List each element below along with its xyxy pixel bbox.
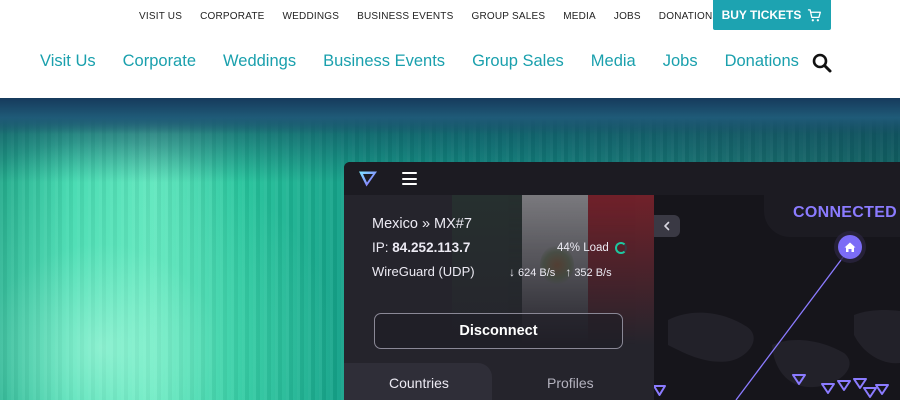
server-marker-icon	[654, 374, 889, 398]
upload-arrow-icon: ↑	[565, 265, 572, 279]
connection-status: CONNECTED	[793, 204, 898, 221]
cart-icon	[808, 8, 822, 21]
download-arrow-icon: ↓	[509, 265, 515, 279]
main-nav-business-events[interactable]: Business Events	[323, 52, 445, 71]
search-icon[interactable]	[811, 52, 833, 74]
top-nav-business-events[interactable]: BUSINESS EVENTS	[357, 11, 453, 22]
ip-value: 84.252.113.7	[392, 240, 471, 255]
hamburger-menu-icon[interactable]	[402, 172, 417, 185]
chevron-left-icon	[664, 221, 670, 231]
buy-tickets-button[interactable]: BUY TICKETS	[713, 0, 831, 30]
home-marker[interactable]	[833, 230, 867, 264]
top-nav-donations[interactable]: DONATIONS	[659, 11, 720, 22]
main-nav-links: Visit Us Corporate Weddings Business Eve…	[40, 52, 799, 71]
list-tabs: Countries Profiles	[344, 363, 654, 400]
download-value: 624 B/s	[518, 267, 556, 279]
tab-profiles[interactable]: Profiles	[492, 363, 654, 400]
transfer-speeds: ↓ 624 B/s ↑ 352 B/s	[509, 265, 612, 279]
top-nav-media[interactable]: MEDIA	[563, 11, 596, 22]
main-nav: Visit Us Corporate Weddings Business Eve…	[0, 40, 900, 98]
upload-speed: ↑ 352 B/s	[565, 265, 611, 279]
ip-label: IP:	[372, 240, 389, 255]
top-nav-weddings[interactable]: WEDDINGS	[283, 11, 340, 22]
main-nav-weddings[interactable]: Weddings	[223, 52, 296, 71]
ip-address: IP: 84.252.113.7	[372, 240, 470, 255]
tab-countries-label: Countries	[389, 375, 449, 391]
main-nav-corporate[interactable]: Corporate	[123, 52, 196, 71]
vpn-titlebar	[344, 162, 900, 195]
server-name: Mexico » MX#7	[372, 216, 472, 232]
server-load: 44% Load	[557, 242, 627, 254]
top-nav-visit-us[interactable]: VISIT US	[139, 11, 182, 22]
collapse-panel-button[interactable]	[654, 215, 680, 237]
main-nav-group-sales[interactable]: Group Sales	[472, 52, 564, 71]
top-nav: VISIT US CORPORATE WEDDINGS BUSINESS EVE…	[139, 11, 719, 22]
buy-tickets-label: BUY TICKETS	[721, 8, 802, 22]
load-label: 44% Load	[557, 242, 609, 254]
protocol-label: WireGuard (UDP)	[372, 264, 475, 279]
vpn-app-window: Mexico » MX#7 IP: 84.252.113.7 44% Load …	[344, 162, 900, 400]
tab-countries[interactable]: Countries	[344, 363, 492, 400]
main-nav-jobs[interactable]: Jobs	[663, 52, 698, 71]
load-ring-icon	[614, 242, 627, 254]
main-nav-visit-us[interactable]: Visit Us	[40, 52, 96, 71]
map-panel: CONNECTED	[654, 195, 900, 400]
main-nav-media[interactable]: Media	[591, 52, 636, 71]
main-nav-donations[interactable]: Donations	[725, 52, 799, 71]
top-nav-corporate[interactable]: CORPORATE	[200, 11, 264, 22]
download-speed: ↓ 624 B/s	[509, 265, 555, 279]
disconnect-button[interactable]: Disconnect	[374, 313, 623, 349]
tab-profiles-label: Profiles	[547, 375, 594, 391]
connection-panel: Mexico » MX#7 IP: 84.252.113.7 44% Load …	[344, 195, 654, 400]
top-nav-group-sales[interactable]: GROUP SALES	[471, 11, 545, 22]
upload-value: 352 B/s	[574, 267, 612, 279]
top-nav-jobs[interactable]: JOBS	[614, 11, 641, 22]
top-utility-bar: VISIT US CORPORATE WEDDINGS BUSINESS EVE…	[0, 0, 900, 34]
proton-vpn-logo-icon	[359, 171, 377, 187]
